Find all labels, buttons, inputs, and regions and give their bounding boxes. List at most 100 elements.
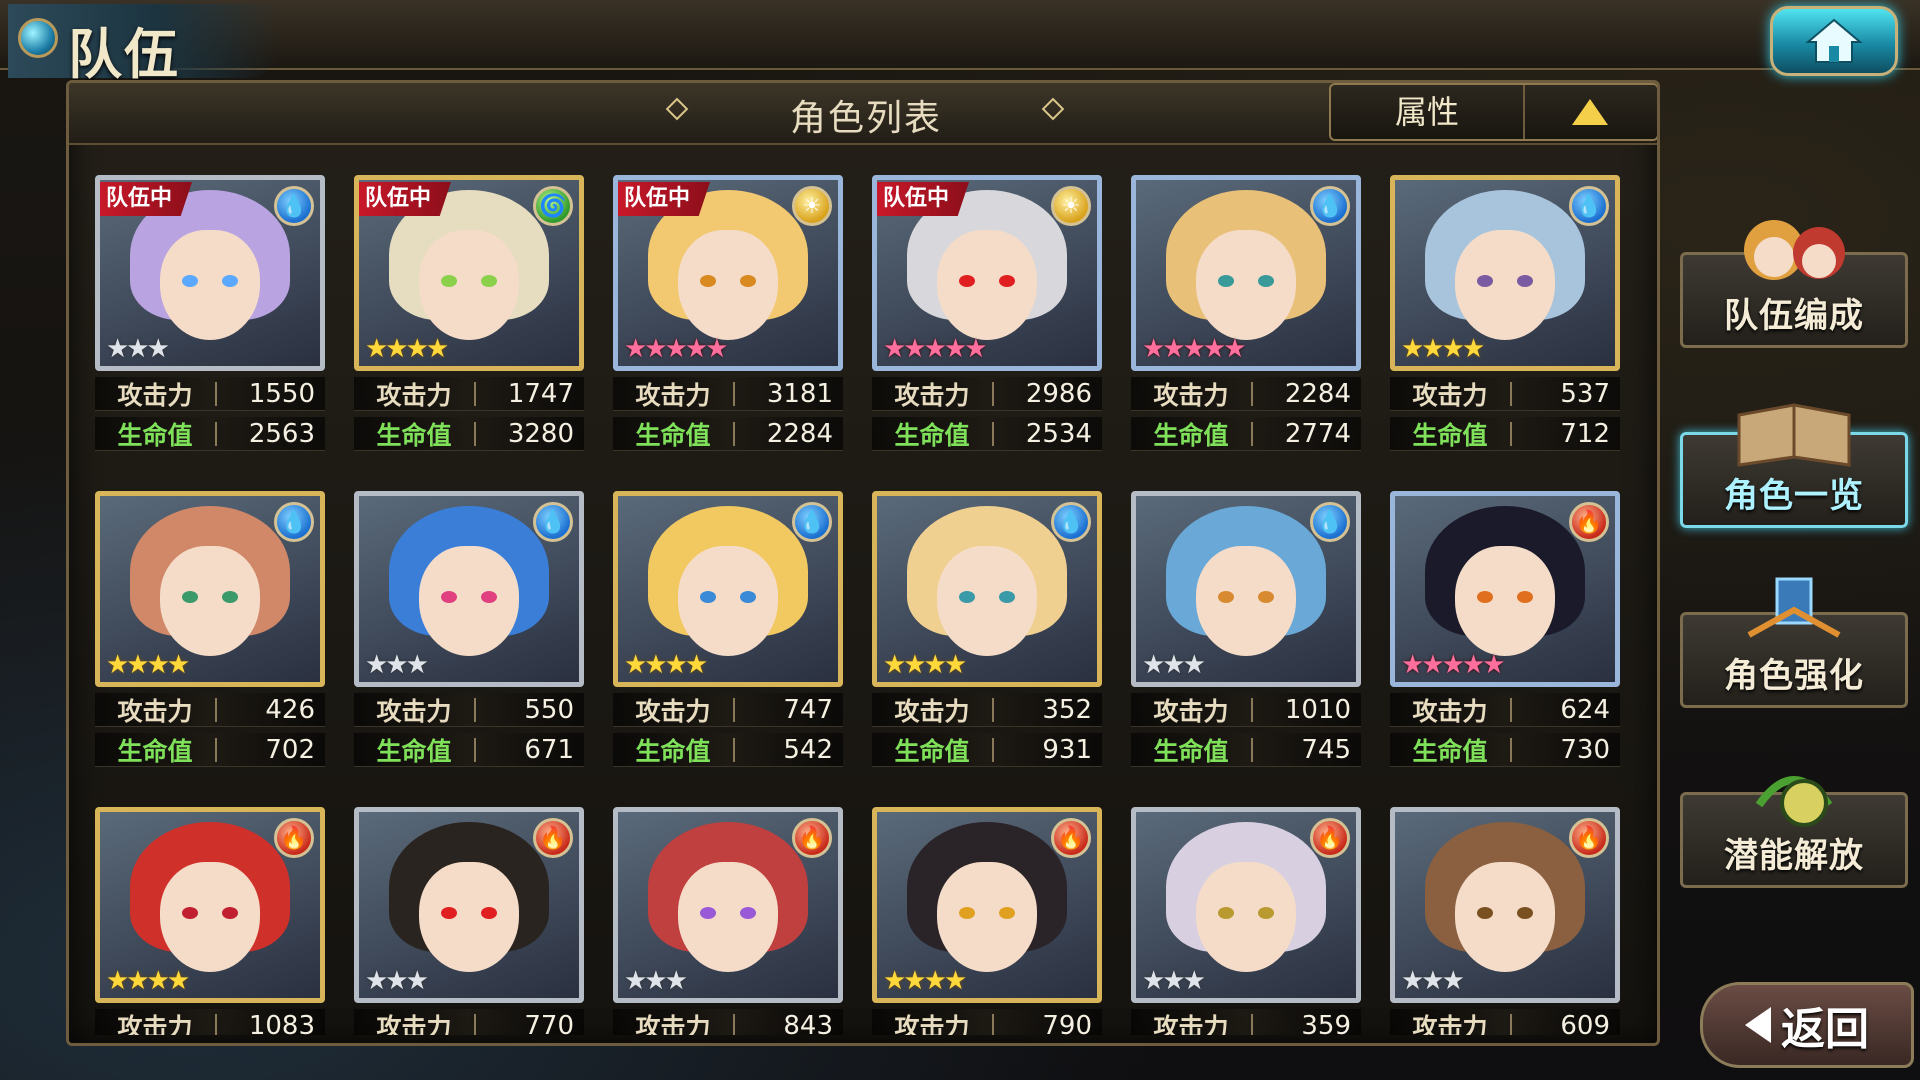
team-edit-label: 队伍编成: [1724, 296, 1864, 336]
character-card[interactable]: 💧 ★★★★ 攻击力 537 生命值 712: [1390, 175, 1620, 451]
attack-label: 攻击力: [1412, 380, 1488, 410]
light-element-icon: ☀: [792, 186, 832, 226]
character-portrait[interactable]: 🔥 ★★★★: [872, 807, 1102, 1003]
in-team-badge: 队伍中: [618, 182, 711, 216]
character-portrait[interactable]: 💧 ★★★: [1131, 491, 1361, 687]
fire-element-icon: 🔥: [1310, 818, 1350, 858]
hp-label: 生命值: [376, 736, 452, 766]
home-button[interactable]: [1770, 6, 1898, 76]
character-portrait[interactable]: 队伍中 🌀 ★★★★: [354, 175, 584, 371]
character-portrait[interactable]: 🔥 ★★★★★: [1390, 491, 1620, 687]
attack-value: 550: [524, 694, 574, 725]
attack-stat: 攻击力 359: [1131, 1009, 1361, 1035]
rarity-stars: ★★★★: [883, 966, 967, 996]
water-element-icon: 💧: [274, 186, 314, 226]
hp-value: 542: [783, 734, 833, 765]
character-enhance-button[interactable]: 角色强化: [1680, 577, 1908, 708]
character-portrait[interactable]: 🔥 ★★★: [1390, 807, 1620, 1003]
character-portrait[interactable]: 💧 ★★★★: [613, 491, 843, 687]
water-element-icon: 💧: [1310, 186, 1350, 226]
fire-element-icon: 🔥: [274, 818, 314, 858]
attack-value: 3181: [766, 378, 833, 409]
character-card[interactable]: 🔥 ★★★ 攻击力 843: [613, 807, 843, 1035]
attack-value: 770: [524, 1010, 574, 1036]
attack-value: 624: [1560, 694, 1610, 725]
hp-label: 生命值: [894, 736, 970, 766]
character-card[interactable]: 🔥 ★★★ 攻击力 359: [1131, 807, 1361, 1035]
hp-value: 730: [1560, 734, 1610, 765]
attack-value: 2284: [1284, 378, 1351, 409]
attack-value: 537: [1560, 378, 1610, 409]
attack-label: 攻击力: [376, 1012, 452, 1036]
character-list-button[interactable]: 角色一览: [1680, 403, 1908, 528]
attack-value: 352: [1042, 694, 1092, 725]
attack-stat: 攻击力 609: [1390, 1009, 1620, 1035]
character-card[interactable]: 队伍中 🌀 ★★★★ 攻击力 1747 生命值 3280: [354, 175, 584, 451]
character-portrait[interactable]: 🔥 ★★★: [613, 807, 843, 1003]
sort-order-button[interactable]: [1525, 85, 1655, 139]
character-card[interactable]: 队伍中 💧 ★★★ 攻击力 1550 生命值 2563: [95, 175, 325, 451]
attack-value: 1747: [507, 378, 574, 409]
in-team-badge: 队伍中: [100, 182, 193, 216]
hp-value: 2563: [248, 418, 315, 449]
hp-stat: 生命值 712: [1390, 417, 1620, 451]
attack-value: 426: [265, 694, 315, 725]
team-edit-button[interactable]: 队伍编成: [1680, 220, 1908, 348]
triangle-up-icon: [1572, 99, 1608, 125]
character-card[interactable]: 💧 ★★★★ 攻击力 352 生命值 931: [872, 491, 1102, 767]
fire-element-icon: 🔥: [533, 818, 573, 858]
character-portrait[interactable]: 🔥 ★★★★: [95, 807, 325, 1003]
character-portrait[interactable]: 💧 ★★★★: [872, 491, 1102, 687]
hp-value: 745: [1301, 734, 1351, 765]
character-card[interactable]: 💧 ★★★★★ 攻击力 2284 生命值 2774: [1131, 175, 1361, 451]
water-element-icon: 💧: [792, 502, 832, 542]
rarity-stars: ★★★: [1401, 966, 1465, 996]
character-card[interactable]: 队伍中 ☀ ★★★★★ 攻击力 3181 生命值 2284: [613, 175, 843, 451]
attack-label: 攻击力: [894, 1012, 970, 1036]
hp-value: 2284: [766, 418, 833, 449]
rarity-stars: ★★★: [624, 966, 688, 996]
attack-label: 攻击力: [376, 696, 452, 726]
character-portrait[interactable]: 队伍中 ☀ ★★★★★: [872, 175, 1102, 371]
hp-stat: 生命值 542: [613, 733, 843, 767]
character-portrait[interactable]: 💧 ★★★★: [1390, 175, 1620, 371]
water-element-icon: 💧: [533, 502, 573, 542]
attack-stat: 攻击力 1010: [1131, 693, 1361, 727]
character-portrait[interactable]: 💧 ★★★★: [95, 491, 325, 687]
sort-attribute-button[interactable]: 属性: [1331, 85, 1525, 139]
character-portrait[interactable]: 队伍中 💧 ★★★: [95, 175, 325, 371]
hp-stat: 生命值 2534: [872, 417, 1102, 451]
attack-stat: 攻击力 550: [354, 693, 584, 727]
character-portrait[interactable]: 🔥 ★★★: [1131, 807, 1361, 1003]
rarity-stars: ★★★★★: [624, 334, 729, 364]
character-card[interactable]: 💧 ★★★★ 攻击力 747 生命值 542: [613, 491, 843, 767]
hp-stat: 生命值 702: [95, 733, 325, 767]
character-portrait[interactable]: 💧 ★★★★★: [1131, 175, 1361, 371]
character-portrait[interactable]: 🔥 ★★★: [354, 807, 584, 1003]
hp-label: 生命值: [635, 736, 711, 766]
back-button[interactable]: 返回: [1700, 982, 1914, 1068]
attack-label: 攻击力: [1153, 696, 1229, 726]
character-card[interactable]: 🔥 ★★★★ 攻击力 1083: [95, 807, 325, 1035]
character-portrait[interactable]: 队伍中 ☀ ★★★★★: [613, 175, 843, 371]
character-card[interactable]: 💧 ★★★ 攻击力 1010 生命值 745: [1131, 491, 1361, 767]
potential-release-label: 潜能解放: [1724, 836, 1864, 876]
hp-label: 生命值: [117, 420, 193, 450]
rarity-stars: ★★★★★: [1142, 334, 1247, 364]
character-card[interactable]: 💧 ★★★ 攻击力 550 生命值 671: [354, 491, 584, 767]
character-card[interactable]: 🔥 ★★★ 攻击力 770: [354, 807, 584, 1035]
potential-release-button[interactable]: 潜能解放: [1680, 776, 1908, 888]
character-card[interactable]: 🔥 ★★★★★ 攻击力 624 生命值 730: [1390, 491, 1620, 767]
character-card[interactable]: 🔥 ★★★ 攻击力 609: [1390, 807, 1620, 1035]
character-portrait[interactable]: 💧 ★★★: [354, 491, 584, 687]
character-card[interactable]: 💧 ★★★★ 攻击力 426 生命值 702: [95, 491, 325, 767]
attack-value: 2986: [1025, 378, 1092, 409]
attack-value: 843: [783, 1010, 833, 1036]
attack-stat: 攻击力 2284: [1131, 377, 1361, 411]
character-card[interactable]: 队伍中 ☀ ★★★★★ 攻击力 2986 生命值 2534: [872, 175, 1102, 451]
attack-stat: 攻击力 843: [613, 1009, 843, 1035]
book-icon: [1737, 403, 1851, 467]
hp-label: 生命值: [1153, 420, 1229, 450]
attack-label: 攻击力: [635, 696, 711, 726]
character-card[interactable]: 🔥 ★★★★ 攻击力 790: [872, 807, 1102, 1035]
